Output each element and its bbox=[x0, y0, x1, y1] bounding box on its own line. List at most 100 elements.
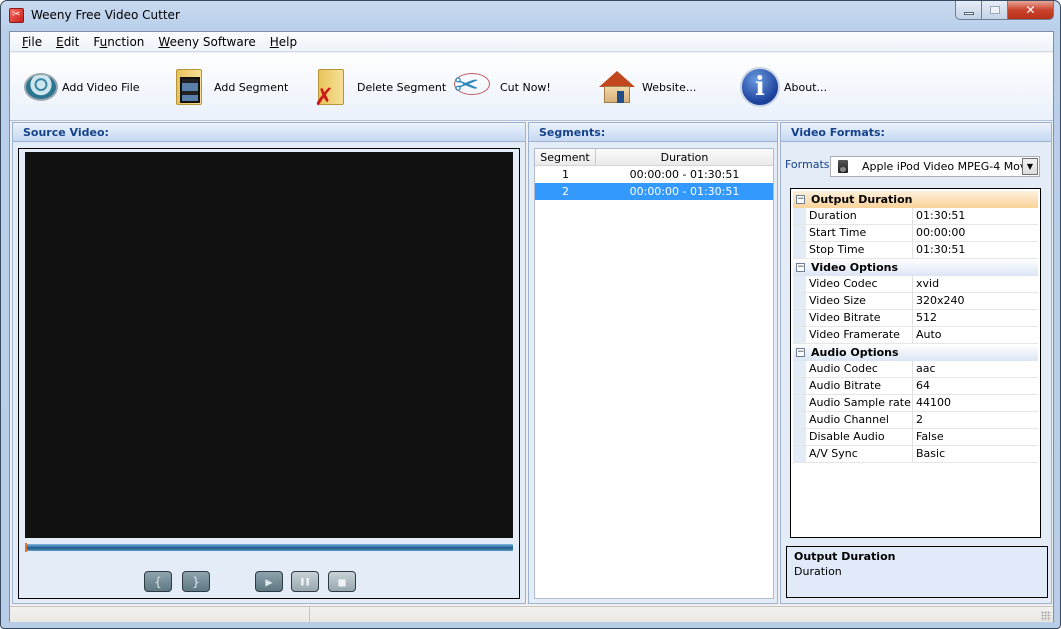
video-formats-panel: Video Formats: Formats: Apple iPod Video… bbox=[780, 122, 1052, 604]
play-icon: ▶ bbox=[265, 574, 273, 589]
property-name: Video Bitrate bbox=[806, 310, 913, 326]
collapse-icon[interactable]: − bbox=[796, 348, 805, 357]
segments-list[interactable]: Segment Duration 1 00:00:00 - 01:30:51 2… bbox=[534, 148, 774, 599]
column-header-segment[interactable]: Segment bbox=[535, 149, 596, 165]
home-icon bbox=[598, 67, 636, 107]
menu-help[interactable]: Help bbox=[263, 35, 304, 49]
property-value[interactable]: Basic bbox=[913, 446, 1038, 462]
about-label: About... bbox=[784, 80, 828, 94]
property-value[interactable]: 00:00:00 bbox=[913, 225, 1038, 241]
formats-selected-value: Apple iPod Video MPEG-4 Movie ( bbox=[862, 160, 1025, 173]
property-value[interactable]: 64 bbox=[913, 378, 1038, 394]
property-value[interactable]: 2 bbox=[913, 412, 1038, 428]
menu-function-label: Function bbox=[93, 34, 145, 49]
add-video-file-button[interactable]: Add Video File bbox=[22, 65, 140, 109]
property-row[interactable]: Audio Codec aac bbox=[793, 361, 1038, 378]
resize-grip[interactable] bbox=[1041, 611, 1051, 621]
property-value[interactable]: False bbox=[913, 429, 1038, 445]
property-value[interactable]: 01:30:51 bbox=[913, 242, 1038, 258]
ipod-icon bbox=[838, 160, 848, 173]
segment-row-selected[interactable]: 2 00:00:00 - 01:30:51 bbox=[535, 183, 773, 200]
collapse-icon[interactable]: − bbox=[796, 195, 805, 204]
property-row[interactable]: Disable Audio False bbox=[793, 429, 1038, 446]
category-label: Video Options bbox=[811, 261, 899, 274]
menu-weeny-software[interactable]: Weeny Software bbox=[151, 35, 262, 49]
stop-button[interactable]: ■ bbox=[328, 571, 356, 592]
chevron-down-icon[interactable]: ▼ bbox=[1022, 158, 1038, 175]
app-window: Weeny Free Video Cutter ✕ File Edit Func… bbox=[0, 0, 1061, 629]
property-row[interactable]: Video Size 320x240 bbox=[793, 293, 1038, 310]
segment-duration: 00:00:00 - 01:30:51 bbox=[629, 168, 740, 181]
category-audio-options[interactable]: − Audio Options bbox=[793, 344, 1038, 361]
seek-thumb[interactable] bbox=[25, 543, 27, 552]
add-video-file-label: Add Video File bbox=[62, 80, 140, 94]
category-output-duration[interactable]: − Output Duration bbox=[793, 191, 1038, 208]
property-value[interactable]: 512 bbox=[913, 310, 1038, 326]
property-value[interactable]: xvid bbox=[913, 276, 1038, 292]
website-label: Website... bbox=[642, 80, 697, 94]
property-value[interactable]: Auto bbox=[913, 327, 1038, 343]
source-video-header: Source Video: bbox=[13, 123, 525, 142]
seek-slider[interactable] bbox=[25, 543, 513, 552]
property-row[interactable]: A/V Sync Basic bbox=[793, 446, 1038, 463]
minimize-button[interactable] bbox=[955, 1, 982, 20]
property-name: Video Codec bbox=[806, 276, 913, 292]
menu-file[interactable]: File bbox=[15, 35, 49, 49]
collapse-icon[interactable]: − bbox=[796, 263, 805, 272]
property-row[interactable]: Start Time 00:00:00 bbox=[793, 225, 1038, 242]
property-value[interactable]: 44100 bbox=[913, 395, 1038, 411]
status-pane-left bbox=[10, 607, 310, 622]
menu-edit[interactable]: Edit bbox=[49, 35, 86, 49]
property-row[interactable]: Video Framerate Auto bbox=[793, 327, 1038, 344]
play-button[interactable]: ▶ bbox=[255, 571, 283, 592]
video-folder-icon bbox=[170, 67, 208, 107]
segment-row[interactable]: 1 00:00:00 - 01:30:51 bbox=[535, 166, 773, 183]
property-row[interactable]: Audio Sample rate 44100 bbox=[793, 395, 1038, 412]
mark-start-button[interactable]: { bbox=[144, 571, 172, 592]
menu-function[interactable]: Function bbox=[86, 35, 151, 49]
close-button[interactable]: ✕ bbox=[1008, 1, 1054, 20]
property-row[interactable]: Video Bitrate 512 bbox=[793, 310, 1038, 327]
property-name: Audio Channel bbox=[806, 412, 913, 428]
menu-weeny-software-label: Weeny Software bbox=[158, 34, 256, 49]
property-description: Output Duration Duration bbox=[786, 546, 1048, 598]
property-row[interactable]: Stop Time 01:30:51 bbox=[793, 242, 1038, 259]
title-bar[interactable]: Weeny Free Video Cutter ✕ bbox=[1, 1, 1060, 31]
add-segment-button[interactable]: Add Segment bbox=[170, 65, 288, 109]
pause-icon: ❚❚ bbox=[299, 576, 311, 587]
property-value[interactable]: 01:30:51 bbox=[913, 208, 1038, 224]
pause-button[interactable]: ❚❚ bbox=[291, 571, 319, 592]
property-row[interactable]: Duration 01:30:51 bbox=[793, 208, 1038, 225]
segment-number: 2 bbox=[562, 185, 569, 198]
property-name: Video Framerate bbox=[806, 327, 913, 343]
video-preview[interactable] bbox=[25, 152, 513, 538]
property-row[interactable]: Video Codec xvid bbox=[793, 276, 1038, 293]
property-name: Audio Codec bbox=[806, 361, 913, 377]
mark-end-button[interactable]: } bbox=[182, 571, 210, 592]
close-icon: ✕ bbox=[1025, 3, 1036, 17]
about-button[interactable]: i About... bbox=[740, 65, 827, 109]
property-grid[interactable]: − Output Duration Duration 01:30:51 Start… bbox=[790, 188, 1041, 538]
delete-segment-label: Delete Segment bbox=[357, 80, 447, 94]
property-value[interactable]: aac bbox=[913, 361, 1038, 377]
description-text: Duration bbox=[794, 565, 842, 578]
menu-help-label: Help bbox=[269, 34, 298, 49]
property-row[interactable]: Audio Channel 2 bbox=[793, 412, 1038, 429]
property-name: Disable Audio bbox=[806, 429, 913, 445]
segments-list-header: Segment Duration bbox=[535, 149, 773, 166]
property-value[interactable]: 320x240 bbox=[913, 293, 1038, 309]
category-video-options[interactable]: − Video Options bbox=[793, 259, 1038, 276]
column-header-duration[interactable]: Duration bbox=[596, 149, 773, 165]
category-label: Output Duration bbox=[811, 193, 913, 206]
property-row[interactable]: Audio Bitrate 64 bbox=[793, 378, 1038, 395]
website-button[interactable]: Website... bbox=[598, 65, 696, 109]
menu-bar: File Edit Function Weeny Software Help bbox=[10, 32, 1053, 52]
formats-dropdown[interactable]: Apple iPod Video MPEG-4 Movie ( ▼ bbox=[830, 156, 1040, 177]
property-name: Audio Bitrate bbox=[806, 378, 913, 394]
delete-folder-icon: ✗ bbox=[312, 67, 350, 109]
cut-now-button[interactable]: ✂ Cut Now! bbox=[454, 65, 551, 109]
maximize-button[interactable] bbox=[982, 1, 1008, 20]
menu-edit-label: Edit bbox=[56, 34, 80, 49]
property-name: Duration bbox=[806, 208, 913, 224]
delete-segment-button[interactable]: ✗ Delete Segment bbox=[312, 65, 446, 109]
